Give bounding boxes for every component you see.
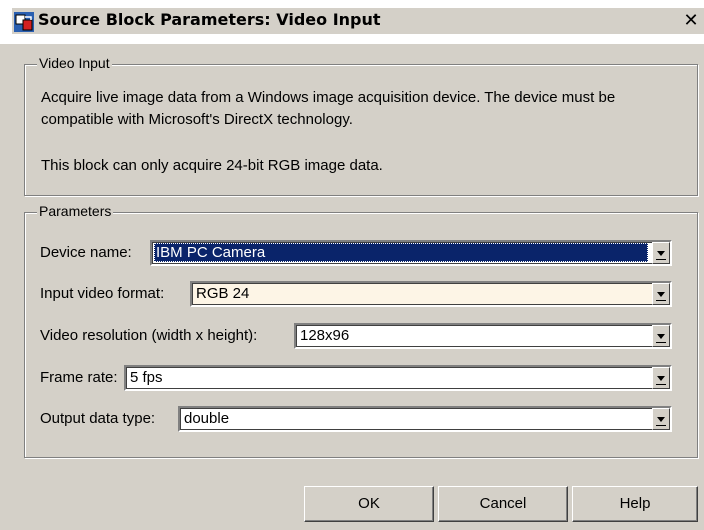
- video-input-group-title: Video Input: [37, 55, 112, 71]
- video-resolution-label: Video resolution (width x height):: [40, 327, 258, 344]
- cancel-button[interactable]: Cancel: [438, 486, 568, 522]
- ok-button[interactable]: OK: [304, 486, 434, 522]
- frame-rate-value: 5 fps: [130, 369, 163, 386]
- input-video-format-label: Input video format:: [40, 285, 165, 302]
- video-resolution-value: 128x96: [300, 327, 350, 344]
- help-button[interactable]: Help: [572, 486, 698, 522]
- video-resolution-dropdown[interactable]: 128x96: [294, 323, 672, 349]
- simulink-block-icon: [14, 12, 34, 32]
- chevron-down-icon[interactable]: [652, 283, 670, 305]
- device-name-value: IBM PC Camera: [154, 243, 648, 262]
- video-input-group: Video Input Acquire live image data from…: [24, 55, 698, 196]
- input-video-format-value: RGB 24: [196, 285, 250, 302]
- video-input-description: Acquire live image data from a Windows i…: [41, 89, 616, 128]
- chevron-down-icon[interactable]: [652, 367, 670, 389]
- rgb-only-note: This block can only acquire 24-bit RGB i…: [41, 157, 383, 174]
- close-icon[interactable]: ✕: [680, 10, 702, 32]
- parameters-group-title: Parameters: [37, 203, 114, 219]
- output-data-type-label: Output data type:: [40, 410, 156, 427]
- chevron-down-icon[interactable]: [652, 242, 670, 264]
- window-title: Source Block Parameters: Video Input: [38, 10, 381, 29]
- chevron-down-icon[interactable]: [652, 408, 670, 430]
- chevron-down-icon[interactable]: [652, 325, 670, 347]
- frame-rate-label: Frame rate:: [40, 369, 118, 386]
- output-data-type-value: double: [184, 410, 230, 427]
- input-video-format-dropdown[interactable]: RGB 24: [190, 281, 672, 307]
- device-name-dropdown[interactable]: IBM PC Camera: [150, 240, 672, 266]
- output-data-type-dropdown[interactable]: double: [178, 406, 672, 432]
- dialog-window: Source Block Parameters: Video Input ✕ V…: [0, 0, 704, 530]
- frame-rate-dropdown[interactable]: 5 fps: [124, 365, 672, 391]
- device-name-label: Device name:: [40, 244, 132, 261]
